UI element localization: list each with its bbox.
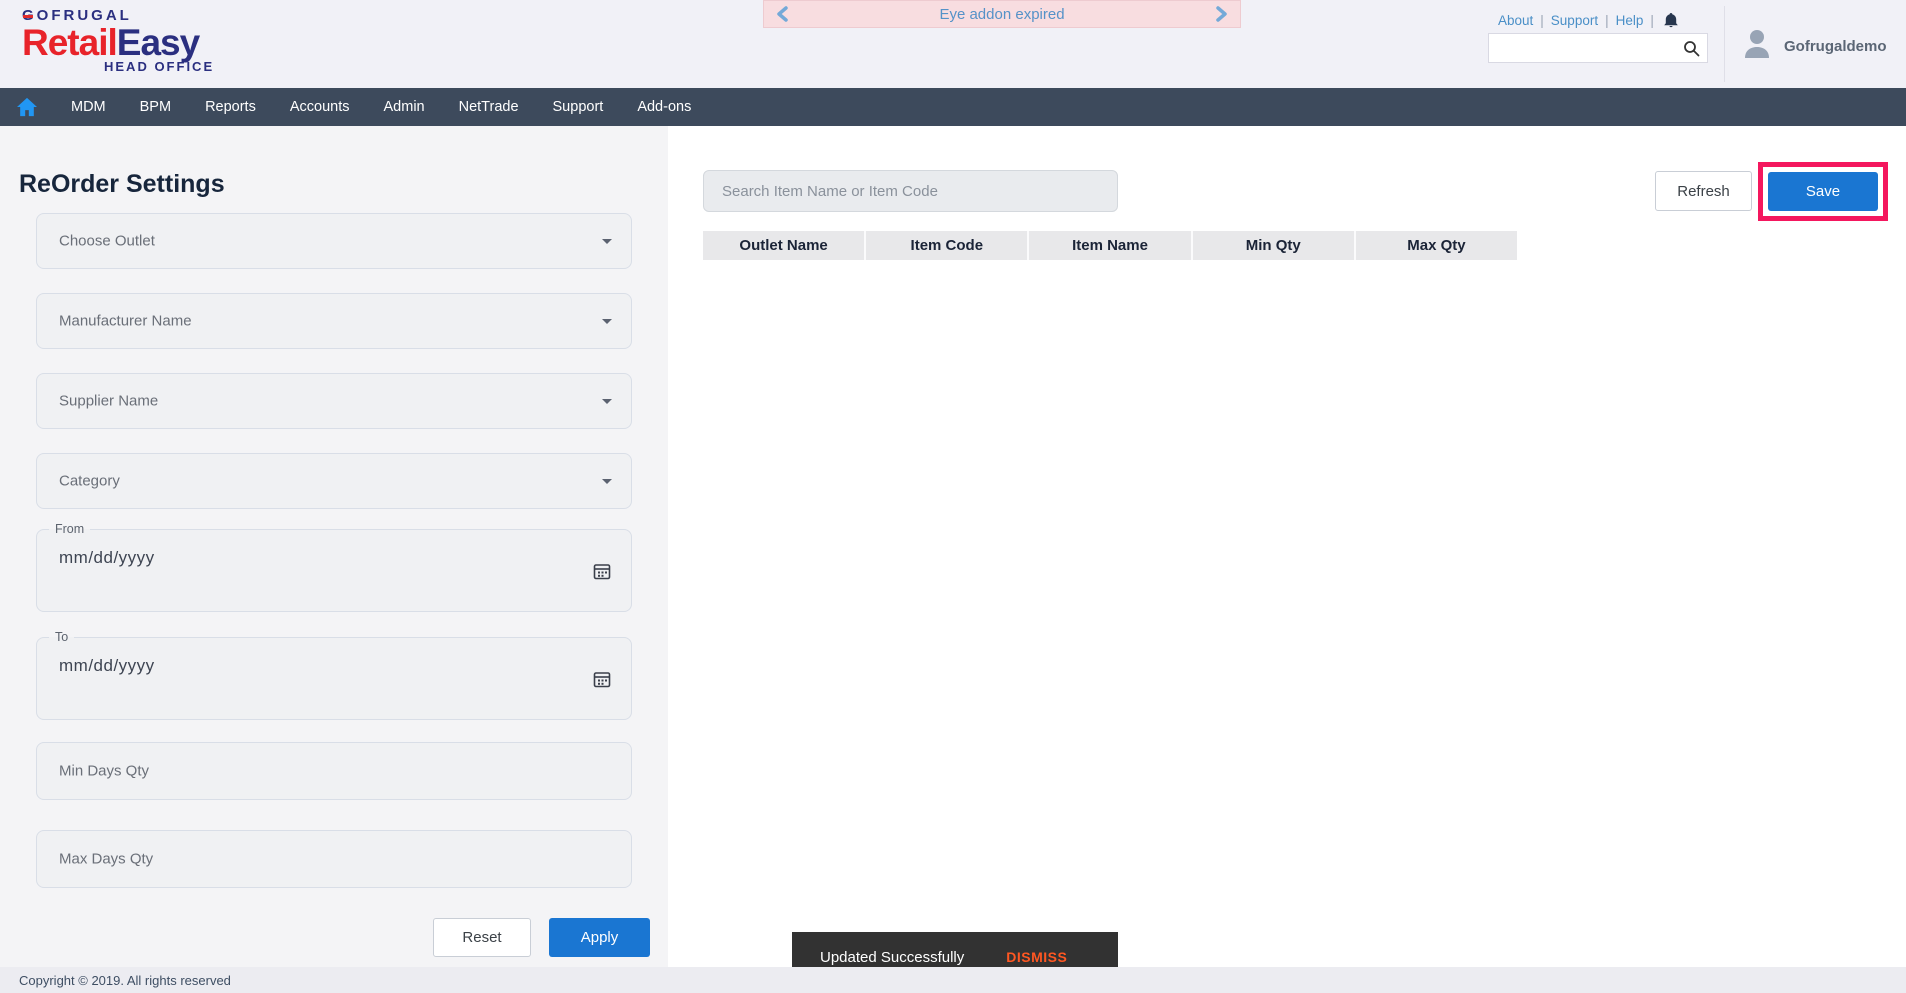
from-date-field[interactable]: From mm/dd/yyyy [36, 522, 632, 612]
dropdown-category[interactable]: Category [36, 453, 632, 509]
main-nav: MDM BPM Reports Accounts Admin NetTrade … [0, 88, 1906, 126]
min-days-qty-label: Min Days Qty [59, 762, 150, 780]
calendar-icon[interactable] [593, 670, 611, 693]
calendar-icon[interactable] [593, 562, 611, 585]
column-header-item-code: Item Code [866, 231, 1030, 260]
bell-icon[interactable] [1663, 12, 1679, 29]
avatar-icon [1742, 26, 1772, 67]
apply-button[interactable]: Apply [549, 918, 650, 957]
refresh-button[interactable]: Refresh [1655, 171, 1752, 211]
logo-g-crossbar [23, 15, 33, 18]
app-header: GOFRUGAL RetailEasy HEAD OFFICE Eye addo… [0, 0, 1906, 88]
caret-down-icon [601, 312, 613, 330]
column-header-max-qty: Max Qty [1355, 231, 1518, 260]
header-search-box [1488, 33, 1708, 63]
save-button[interactable]: Save [1768, 172, 1878, 211]
nav-item-nettrade[interactable]: NetTrade [442, 88, 536, 126]
snackbar-dismiss-button[interactable]: DISMISS [1006, 949, 1067, 965]
dropdown-label: Category [59, 472, 120, 490]
support-link[interactable]: Support [1551, 13, 1598, 28]
home-icon[interactable] [0, 97, 54, 117]
header-divider [1724, 6, 1725, 82]
to-date-label: To [55, 630, 69, 644]
from-date-label: From [55, 522, 85, 536]
caret-down-icon [601, 232, 613, 250]
nav-item-addons[interactable]: Add-ons [620, 88, 708, 126]
items-table-header: Outlet Name Item Code Item Name Min Qty … [703, 231, 1518, 260]
logo-product-text: RetailEasy [22, 22, 200, 63]
link-separator: | [1605, 13, 1609, 28]
caret-down-icon [601, 472, 613, 490]
max-days-qty-input[interactable]: Max Days Qty [36, 830, 632, 888]
snackbar-message: Updated Successfully [820, 948, 965, 966]
nav-item-reports[interactable]: Reports [188, 88, 273, 126]
chevron-right-icon[interactable] [1214, 6, 1228, 22]
about-link[interactable]: About [1498, 13, 1533, 28]
max-days-qty-label: Max Days Qty [59, 850, 154, 868]
user-menu[interactable]: Gofrugaldemo [1742, 26, 1887, 67]
nav-item-accounts[interactable]: Accounts [273, 88, 367, 126]
page-title: ReOrder Settings [19, 170, 225, 198]
logo-head-office-label: HEAD OFFICE [104, 59, 215, 74]
chevron-left-icon[interactable] [776, 6, 790, 22]
copyright-text: Copyright © 2019. All rights reserved [19, 972, 231, 988]
page-footer: Copyright © 2019. All rights reserved [0, 967, 1906, 993]
column-header-outlet-name: Outlet Name [703, 231, 867, 260]
nav-item-mdm[interactable]: MDM [54, 88, 123, 126]
to-date-input[interactable]: mm/dd/yyyy [59, 656, 631, 676]
dropdown-manufacturer-name[interactable]: Manufacturer Name [36, 293, 632, 349]
filter-sidebar: ReOrder Settings Choose Outlet Manufactu… [0, 126, 668, 967]
link-separator: | [1540, 13, 1544, 28]
nav-item-support[interactable]: Support [536, 88, 621, 126]
dropdown-supplier-name[interactable]: Supplier Name [36, 373, 632, 429]
link-separator: | [1650, 13, 1654, 28]
banner-message: Eye addon expired [939, 5, 1065, 23]
to-date-field[interactable]: To mm/dd/yyyy [36, 630, 632, 720]
nav-item-admin[interactable]: Admin [367, 88, 442, 126]
column-header-min-qty: Min Qty [1192, 231, 1356, 260]
column-header-item-name: Item Name [1029, 231, 1193, 260]
search-icon[interactable] [1683, 40, 1700, 62]
username-label: Gofrugaldemo [1784, 38, 1887, 55]
dropdown-label: Manufacturer Name [59, 312, 192, 330]
header-search-input[interactable] [1489, 34, 1707, 62]
from-date-input[interactable]: mm/dd/yyyy [59, 548, 631, 568]
help-link[interactable]: Help [1616, 13, 1644, 28]
caret-down-icon [601, 392, 613, 410]
item-search-input[interactable] [703, 170, 1118, 212]
nav-item-bpm[interactable]: BPM [123, 88, 188, 126]
logo-brand-text: GOFRUGAL [22, 7, 132, 24]
app-logo[interactable]: GOFRUGAL RetailEasy HEAD OFFICE [22, 7, 252, 74]
min-days-qty-input[interactable]: Min Days Qty [36, 742, 632, 800]
dropdown-label: Supplier Name [59, 392, 159, 410]
header-links: About | Support | Help | [1498, 12, 1679, 29]
dropdown-choose-outlet[interactable]: Choose Outlet [36, 213, 632, 269]
reset-button[interactable]: Reset [433, 918, 531, 957]
notification-banner: Eye addon expired [763, 0, 1241, 28]
dropdown-label: Choose Outlet [59, 232, 155, 250]
